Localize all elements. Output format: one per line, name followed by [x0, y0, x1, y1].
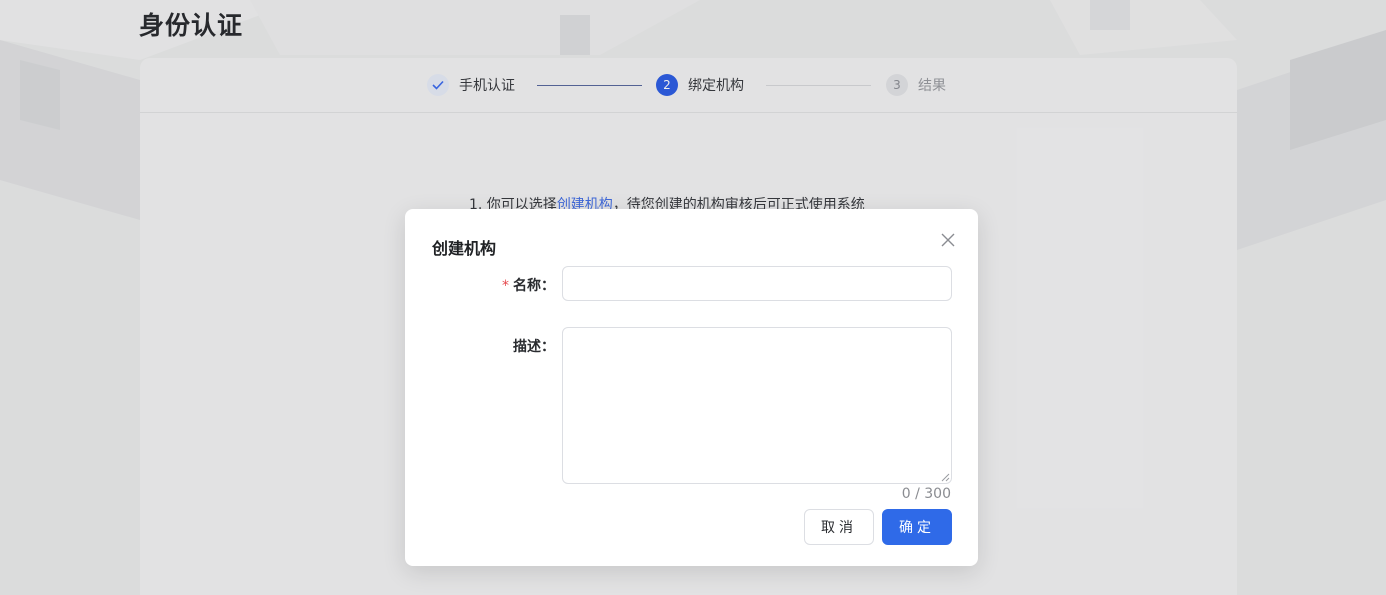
close-icon — [941, 233, 955, 247]
required-mark: * — [502, 278, 509, 294]
name-input[interactable] — [562, 266, 952, 301]
description-textarea[interactable] — [562, 327, 952, 484]
close-button[interactable] — [937, 229, 959, 251]
char-count: 0 / 300 — [901, 486, 951, 502]
cancel-button[interactable]: 取消 — [804, 509, 874, 545]
resize-grip-icon[interactable] — [940, 472, 950, 482]
modal-title: 创建机构 — [432, 239, 497, 258]
name-label: * 名称： — [502, 278, 555, 294]
confirm-button[interactable]: 确定 — [882, 509, 952, 545]
desc-label: 描述： — [513, 339, 555, 355]
create-org-modal: 创建机构 * 名称： 描述： 0 / 300 取消 确定 — [405, 209, 978, 566]
